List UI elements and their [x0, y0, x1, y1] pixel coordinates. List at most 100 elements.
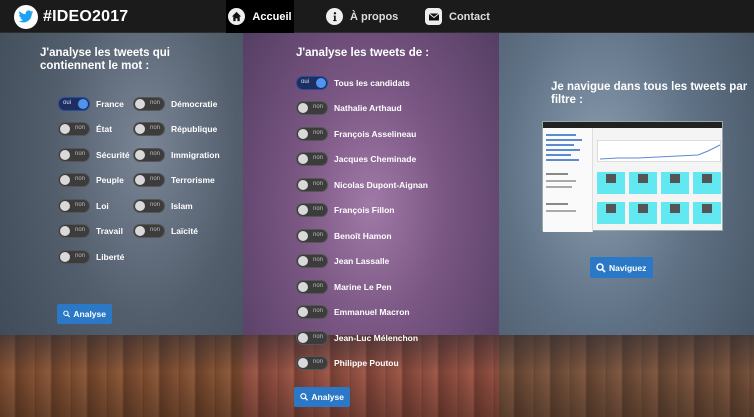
- toggle-knob: [78, 99, 88, 109]
- toggle-switch[interactable]: non: [58, 250, 90, 264]
- keyword-toggle-laicite[interactable]: non Laïcité: [133, 224, 198, 238]
- thumbnail-line: [546, 154, 571, 156]
- candidate-toggle-le-pen[interactable]: non Marine Le Pen: [296, 280, 392, 294]
- toggle-switch[interactable]: non: [133, 148, 165, 162]
- toggle-switch[interactable]: non: [296, 254, 328, 268]
- nav-accueil[interactable]: Accueil: [226, 0, 294, 33]
- candidate-toggle-arthaud[interactable]: non Nathalie Arthaud: [296, 101, 402, 115]
- browse-panel: Je navigue dans tous les tweets par filt…: [499, 33, 754, 417]
- toggle-switch[interactable]: non: [133, 97, 165, 111]
- candidate-analyse-button[interactable]: Analyse: [294, 387, 350, 407]
- thumbnail-portrait: [638, 204, 648, 213]
- keyword-toggle-terrorisme[interactable]: non Terrorisme: [133, 173, 215, 187]
- toggle-switch[interactable]: non: [296, 127, 328, 141]
- candidate-toggle-cheminade[interactable]: non Jacques Cheminade: [296, 152, 416, 166]
- toggle-state: non: [312, 232, 323, 238]
- candidate-label: Tous les candidats: [334, 78, 410, 88]
- thumbnail-card: [629, 202, 657, 224]
- keyword-toggle-republique[interactable]: non République: [133, 122, 217, 136]
- wood-floor-decor: [499, 335, 754, 417]
- thumbnail-line: [546, 149, 580, 151]
- home-icon: [228, 8, 246, 25]
- candidate-toggle-hamon[interactable]: non Benoît Hamon: [296, 229, 392, 243]
- toggle-state: non: [312, 206, 323, 212]
- keyword-toggle-democratie[interactable]: non Démocratie: [133, 97, 217, 111]
- candidate-toggle-poutou[interactable]: non Philippe Poutou: [296, 356, 399, 370]
- keyword-toggle-france[interactable]: oui France: [58, 97, 124, 111]
- toggle-knob: [298, 256, 308, 266]
- toggle-knob: [316, 78, 326, 88]
- browse-panel-title: Je navigue dans tous les tweets par filt…: [551, 81, 747, 107]
- toggle-state: non: [312, 359, 323, 365]
- thumbnail-card: [693, 172, 721, 194]
- keyword-label: Travail: [96, 226, 123, 236]
- candidate-label: Nicolas Dupont-Aignan: [334, 180, 428, 190]
- top-navbar: #IDEO2017 Accueil À propos Contact: [0, 0, 754, 33]
- candidate-label: Benoît Hamon: [334, 231, 392, 241]
- candidate-toggle-melenchon[interactable]: non Jean-Luc Mélenchon: [296, 331, 418, 345]
- toggle-switch[interactable]: oui: [296, 76, 328, 90]
- toggle-state: non: [312, 283, 323, 289]
- thumbnail-sidebar: [543, 128, 593, 232]
- candidate-toggle-asselineau[interactable]: non François Asselineau: [296, 127, 416, 141]
- toggle-switch[interactable]: non: [296, 203, 328, 217]
- candidate-toggle-lassalle[interactable]: non Jean Lassalle: [296, 254, 389, 268]
- toggle-state: oui: [301, 79, 310, 85]
- toggle-state: non: [312, 181, 323, 187]
- toggle-switch[interactable]: non: [296, 229, 328, 243]
- candidate-toggle-tous[interactable]: oui Tous les candidats: [296, 76, 410, 90]
- keyword-label: Laïcité: [171, 226, 198, 236]
- toggle-switch[interactable]: non: [133, 173, 165, 187]
- keyword-toggle-islam[interactable]: non Islam: [133, 199, 193, 213]
- toggle-switch[interactable]: non: [58, 199, 90, 213]
- keyword-toggle-loi[interactable]: non Loi: [58, 199, 109, 213]
- toggle-knob: [298, 205, 308, 215]
- toggle-switch[interactable]: non: [296, 280, 328, 294]
- keyword-toggle-travail[interactable]: non Travail: [58, 224, 123, 238]
- thumbnail-line: [546, 173, 568, 175]
- candidate-toggle-macron[interactable]: non Emmanuel Macron: [296, 305, 410, 319]
- naviguez-button[interactable]: Naviguez: [590, 257, 653, 278]
- brand[interactable]: #IDEO2017: [14, 4, 128, 29]
- toggle-switch[interactable]: non: [296, 305, 328, 319]
- keyword-toggle-securite[interactable]: non Sécurité: [58, 148, 130, 162]
- keyword-toggle-liberte[interactable]: non Liberté: [58, 250, 124, 264]
- toggle-knob: [298, 307, 308, 317]
- candidate-panel-title: J'analyse les tweets de :: [296, 47, 430, 59]
- nav-a-propos-label: À propos: [350, 10, 399, 23]
- keyword-panel: J'analyse les tweets qui contiennent le …: [0, 33, 243, 417]
- toggle-switch[interactable]: non: [133, 199, 165, 213]
- keyword-toggle-peuple[interactable]: non Peuple: [58, 173, 124, 187]
- candidate-toggle-dupont-aignan[interactable]: non Nicolas Dupont-Aignan: [296, 178, 428, 192]
- toggle-switch[interactable]: non: [296, 178, 328, 192]
- toggle-state: oui: [63, 100, 72, 106]
- toggle-switch[interactable]: non: [296, 101, 328, 115]
- nav-a-propos[interactable]: À propos: [326, 0, 398, 33]
- toggle-switch[interactable]: non: [296, 331, 328, 345]
- browse-title-line2: filtre :: [551, 94, 583, 106]
- nav-contact[interactable]: Contact: [425, 0, 490, 33]
- thumbnail-line: [546, 139, 582, 141]
- toggle-switch[interactable]: non: [58, 173, 90, 187]
- toggle-state: non: [74, 125, 85, 131]
- toggle-switch[interactable]: non: [133, 224, 165, 238]
- keyword-toggle-etat[interactable]: non État: [58, 122, 112, 136]
- candidate-toggle-fillon[interactable]: non François Fillon: [296, 203, 394, 217]
- thumbnail-card: [597, 202, 625, 224]
- keyword-label: Peuple: [96, 175, 124, 185]
- toggle-state: non: [149, 227, 160, 233]
- keyword-analyse-button[interactable]: Analyse: [57, 304, 112, 324]
- candidate-analyse-label: Analyse: [311, 392, 344, 402]
- toggle-switch[interactable]: non: [133, 122, 165, 136]
- toggle-switch[interactable]: non: [296, 152, 328, 166]
- keyword-label: État: [96, 124, 113, 134]
- toggle-switch[interactable]: oui: [58, 97, 90, 111]
- thumbnail-portrait: [702, 204, 712, 213]
- toggle-switch[interactable]: non: [58, 148, 90, 162]
- keyword-toggle-immigration[interactable]: non Immigration: [133, 148, 220, 162]
- thumbnail-chart-line: [599, 144, 721, 160]
- toggle-switch[interactable]: non: [58, 122, 90, 136]
- toggle-switch[interactable]: non: [296, 356, 328, 370]
- toggle-switch[interactable]: non: [58, 224, 90, 238]
- keyword-label: Sécurité: [96, 150, 130, 160]
